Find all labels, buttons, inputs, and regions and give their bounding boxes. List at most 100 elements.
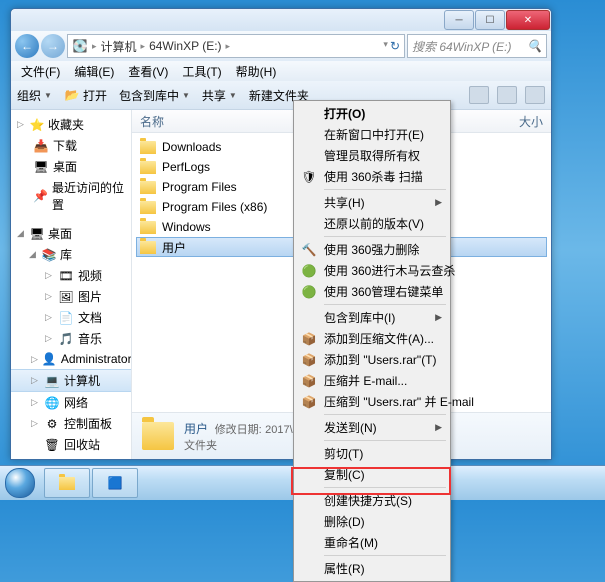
picture-icon: 🖼	[58, 289, 74, 305]
maximize-button[interactable]: ☐	[475, 10, 505, 30]
nav-recent[interactable]: 📌最近访问的位置	[11, 177, 131, 215]
folder-icon	[140, 241, 156, 254]
file-name: Windows	[162, 220, 211, 234]
cpanel-icon: ⚙	[44, 416, 60, 432]
open-button[interactable]: 📂打开	[64, 87, 107, 104]
address-bar: ← → 💽 ▸ 计算机 ▸ 64WinXP (E:) ▸ ▾ ↻ 搜索 64Wi…	[11, 31, 551, 61]
ctx-properties[interactable]: 属性(R)	[296, 558, 448, 579]
start-button[interactable]	[0, 466, 40, 500]
nav-music[interactable]: ▷🎵音乐	[11, 328, 131, 349]
nav-recycle[interactable]: 🗑回收站	[11, 434, 131, 455]
organize-button[interactable]: 组织▼	[17, 87, 52, 104]
view-button[interactable]	[469, 86, 489, 104]
winrar-icon: 📦	[300, 351, 318, 369]
menu-tools[interactable]: 工具(T)	[176, 61, 227, 82]
desktop-icon: 🖥	[33, 159, 49, 175]
ctx-compress-to-email[interactable]: 📦压缩到 "Users.rar" 并 E-mail	[296, 391, 448, 412]
desktop-icon: 🖥	[29, 226, 45, 242]
help-button[interactable]	[525, 86, 545, 104]
menu-help[interactable]: 帮助(H)	[230, 61, 283, 82]
nav-videos[interactable]: ▷🎞视频	[11, 265, 131, 286]
ctx-cut[interactable]: 剪切(T)	[296, 443, 448, 464]
file-name: Program Files	[162, 180, 237, 194]
nav-pictures[interactable]: ▷🖼图片	[11, 286, 131, 307]
submenu-arrow-icon: ▶	[435, 422, 442, 433]
addr-dropdown-icon[interactable]: ▾	[383, 39, 388, 53]
share-button[interactable]: 共享▼	[202, 87, 237, 104]
nav-documents[interactable]: ▷📄文档	[11, 307, 131, 328]
ctx-delete[interactable]: 删除(D)	[296, 511, 448, 532]
computer-icon: 💻	[44, 373, 60, 389]
task-button[interactable]	[44, 468, 90, 498]
submenu-arrow-icon: ▶	[435, 197, 442, 208]
folder-icon	[140, 201, 156, 214]
video-icon: 🎞	[58, 268, 74, 284]
search-input[interactable]: 搜索 64WinXP (E:) 🔍	[407, 34, 547, 58]
ctx-360-trojan[interactable]: 🟢使用 360进行木马云查杀	[296, 260, 448, 281]
task-button[interactable]: 🟦	[92, 468, 138, 498]
app-icon: 🟦	[108, 476, 123, 490]
back-button[interactable]: ←	[15, 34, 39, 58]
ctx-share[interactable]: 共享(H)▶	[296, 192, 448, 213]
folder-large-icon	[142, 422, 174, 450]
nav-favorites[interactable]: ▷⭐收藏夹	[11, 114, 131, 135]
breadcrumb[interactable]: 💽 ▸ 计算机 ▸ 64WinXP (E:) ▸ ▾ ↻	[67, 34, 405, 58]
ctx-admin-own[interactable]: 管理员取得所有权	[296, 145, 448, 166]
minimize-button[interactable]: ─	[444, 10, 474, 30]
nav-libraries[interactable]: ◢📚库	[11, 244, 131, 265]
titlebar: ─ ☐ ✕	[11, 9, 551, 31]
folder-icon	[140, 221, 156, 234]
folder-icon	[140, 161, 156, 174]
menu-file[interactable]: 文件(F)	[15, 61, 66, 82]
context-menu: 打开(O) 在新窗口中打开(E) 管理员取得所有权 🛡使用 360杀毒 扫描 共…	[293, 100, 451, 582]
ctx-360-scan[interactable]: 🛡使用 360杀毒 扫描	[296, 166, 448, 187]
open-icon: 📂	[64, 87, 80, 103]
ctx-include-library[interactable]: 包含到库中(I)▶	[296, 307, 448, 328]
crumb-computer[interactable]: 计算机	[101, 38, 137, 55]
ctx-compress-email[interactable]: 📦压缩并 E-mail...	[296, 370, 448, 391]
nav-computer[interactable]: ▷💻计算机	[11, 369, 131, 392]
include-button[interactable]: 包含到库中▼	[119, 87, 190, 104]
ctx-send-to[interactable]: 发送到(N)▶	[296, 417, 448, 438]
ctx-add-to-rar[interactable]: 📦添加到 "Users.rar"(T)	[296, 349, 448, 370]
del-360-icon: 🔨	[300, 241, 318, 259]
ctx-open[interactable]: 打开(O)	[296, 103, 448, 124]
music-icon: 🎵	[58, 331, 74, 347]
ctx-prev-versions[interactable]: 还原以前的版本(V)	[296, 213, 448, 234]
preview-button[interactable]	[497, 86, 517, 104]
ctx-360-rightmenu[interactable]: 🟢使用 360管理右键菜单	[296, 281, 448, 302]
nav-desktop-fav[interactable]: 🖥桌面	[11, 156, 131, 177]
download-icon: 📥	[33, 138, 49, 154]
winrar-icon: 📦	[300, 393, 318, 411]
folder-icon	[140, 141, 156, 154]
ctx-shortcut[interactable]: 创建快捷方式(S)	[296, 490, 448, 511]
star-icon: ⭐	[29, 117, 45, 133]
recycle-icon: 🗑	[44, 437, 60, 453]
scan-360-icon: 🟢	[300, 262, 318, 280]
ctx-copy[interactable]: 复制(C)	[296, 464, 448, 485]
file-name: PerfLogs	[162, 160, 210, 174]
ctx-360-force-del[interactable]: 🔨使用 360强力删除	[296, 239, 448, 260]
close-button[interactable]: ✕	[506, 10, 550, 30]
nav-desktop[interactable]: ◢🖥桌面	[11, 223, 131, 244]
details-name: 用户	[184, 422, 208, 436]
file-name: Program Files (x86)	[162, 200, 267, 214]
winrar-icon: 📦	[300, 330, 318, 348]
col-size[interactable]: 大小	[519, 113, 543, 130]
shield-360-icon: 🛡	[300, 168, 318, 186]
nav-downloads[interactable]: 📥下载	[11, 135, 131, 156]
ctx-add-archive[interactable]: 📦添加到压缩文件(A)...	[296, 328, 448, 349]
nav-cpanel[interactable]: ▷⚙控制面板	[11, 413, 131, 434]
forward-button[interactable]: →	[41, 34, 65, 58]
crumb-drive[interactable]: 64WinXP (E:)	[149, 39, 221, 53]
menu-edit[interactable]: 编辑(E)	[68, 61, 120, 82]
nav-network[interactable]: ▷🌐网络	[11, 392, 131, 413]
library-icon: 📚	[41, 247, 57, 263]
nav-admin[interactable]: ▷👤Administrator	[11, 349, 131, 369]
menu-view[interactable]: 查看(V)	[122, 61, 174, 82]
ctx-new-window[interactable]: 在新窗口中打开(E)	[296, 124, 448, 145]
folder-icon	[140, 181, 156, 194]
refresh-icon[interactable]: ↻	[390, 39, 400, 53]
search-icon: 🔍	[527, 39, 542, 53]
ctx-rename[interactable]: 重命名(M)	[296, 532, 448, 553]
